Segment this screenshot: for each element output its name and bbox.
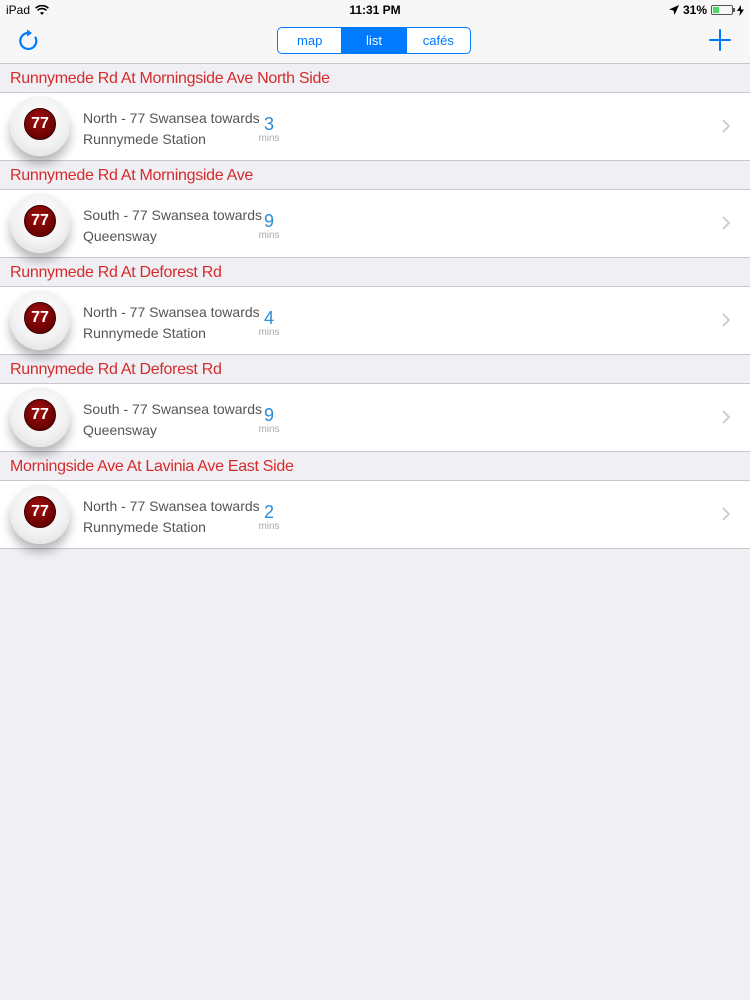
eta: 3 mins xyxy=(250,115,288,145)
route-badge: 77 xyxy=(10,193,70,253)
battery-level xyxy=(713,7,719,13)
stop-section-header: Runnymede Rd At Deforest Rd xyxy=(10,264,222,281)
route-badge: 77 xyxy=(10,484,70,544)
list-item[interactable]: 77 South - 77 Swansea towards Queensway … xyxy=(0,383,750,452)
route-destination: Queensway xyxy=(83,228,157,244)
refresh-icon[interactable] xyxy=(16,28,42,54)
eta-minutes: 4 xyxy=(263,308,274,328)
nav-bar: map list cafés xyxy=(0,20,750,64)
charging-icon xyxy=(737,4,744,16)
stop-section-header: Morningside Ave At Lavinia Ave East Side xyxy=(10,458,294,475)
battery-icon xyxy=(711,5,735,15)
list-item[interactable]: 77 South - 77 Swansea towards Queensway … xyxy=(0,189,750,258)
list-item[interactable]: 77 North - 77 Swansea towards Runnymede … xyxy=(0,480,750,549)
chevron-right-icon xyxy=(722,313,730,327)
eta-minutes: 3 xyxy=(263,114,274,134)
route-direction: North - 77 Swansea towards xyxy=(83,304,260,320)
chevron-right-icon xyxy=(722,507,730,521)
route-destination: Queensway xyxy=(83,422,157,438)
status-time: 11:31 PM xyxy=(349,3,401,17)
eta: 9 mins xyxy=(250,406,288,436)
location-arrow-icon xyxy=(668,5,679,15)
route-direction: North - 77 Swansea towards xyxy=(83,110,260,126)
route-description: South - 77 Swansea towards Queensway xyxy=(83,399,262,441)
route-badge: 77 xyxy=(10,96,70,156)
route-badge: 77 xyxy=(10,290,70,350)
route-number: 77 xyxy=(24,108,56,140)
list-item[interactable]: 77 North - 77 Swansea towards Runnymede … xyxy=(0,286,750,355)
eta-minutes: 9 xyxy=(263,405,274,425)
stop-section-header: Runnymede Rd At Morningside Ave xyxy=(10,167,253,184)
view-segmented-control: map list cafés xyxy=(277,27,471,54)
eta-minutes: 9 xyxy=(263,211,274,231)
route-destination: Runnymede Station xyxy=(83,131,206,147)
route-number: 77 xyxy=(24,496,56,528)
stop-section-header: Runnymede Rd At Deforest Rd xyxy=(10,361,222,378)
eta-unit: mins xyxy=(258,521,280,532)
tab-cafes[interactable]: cafés xyxy=(405,28,470,53)
eta-unit: mins xyxy=(258,230,280,241)
battery-percent: 31% xyxy=(682,3,707,17)
route-number: 77 xyxy=(24,302,56,334)
eta: 4 mins xyxy=(250,309,288,339)
route-description: North - 77 Swansea towards Runnymede Sta… xyxy=(83,108,260,150)
route-destination: Runnymede Station xyxy=(83,519,206,535)
chevron-right-icon xyxy=(722,216,730,230)
stop-section-header: Runnymede Rd At Morningside Ave North Si… xyxy=(10,70,330,87)
tab-map[interactable]: map xyxy=(278,28,341,53)
stops-list: Runnymede Rd At Morningside Ave North Si… xyxy=(0,64,750,549)
route-description: North - 77 Swansea towards Runnymede Sta… xyxy=(83,302,260,344)
tab-list[interactable]: list xyxy=(341,28,406,53)
status-bar: iPad 11:31 PM 31% xyxy=(0,0,750,20)
chevron-right-icon xyxy=(722,119,730,133)
status-right: 31% xyxy=(668,3,744,17)
route-destination: Runnymede Station xyxy=(83,325,206,341)
route-direction: South - 77 Swansea towards xyxy=(83,207,262,223)
route-number: 77 xyxy=(24,205,56,237)
add-icon[interactable] xyxy=(708,28,732,52)
route-number: 77 xyxy=(24,399,56,431)
eta-unit: mins xyxy=(258,424,280,435)
eta-unit: mins xyxy=(258,133,280,144)
eta-minutes: 2 xyxy=(263,502,274,522)
eta: 9 mins xyxy=(250,212,288,242)
eta-unit: mins xyxy=(258,327,280,338)
route-description: North - 77 Swansea towards Runnymede Sta… xyxy=(83,496,260,538)
route-badge: 77 xyxy=(10,387,70,447)
list-item[interactable]: 77 North - 77 Swansea towards Runnymede … xyxy=(0,92,750,161)
route-direction: North - 77 Swansea towards xyxy=(83,498,260,514)
route-direction: South - 77 Swansea towards xyxy=(83,401,262,417)
chevron-right-icon xyxy=(722,410,730,424)
route-description: South - 77 Swansea towards Queensway xyxy=(83,205,262,247)
eta: 2 mins xyxy=(250,503,288,533)
